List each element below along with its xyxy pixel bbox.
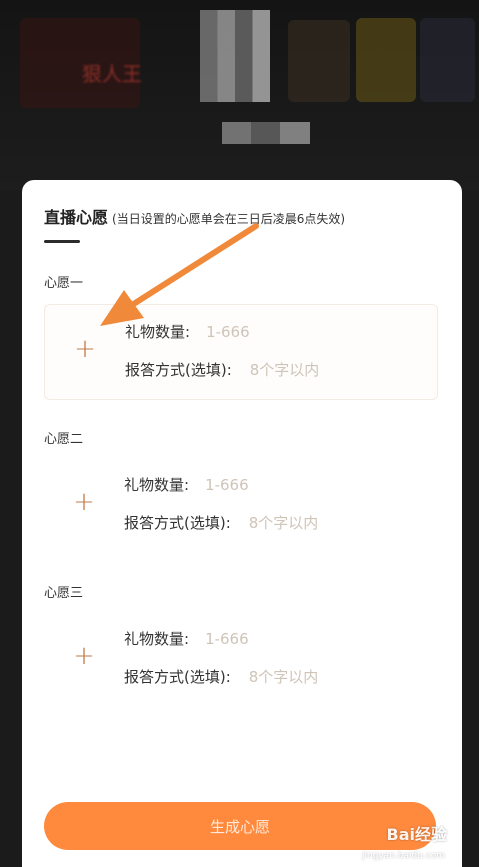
gift-count-label: 礼物数量: <box>124 630 190 648</box>
gift-count-row-3: 礼物数量: <box>124 628 326 649</box>
wish-card-1: + 礼物数量: 报答方式(选填): <box>44 304 438 400</box>
gift-count-input-1[interactable] <box>206 322 327 341</box>
mosaic-avatar <box>200 10 270 102</box>
wish-card-2: + 礼物数量: 报答方式(选填): <box>44 458 436 552</box>
reply-row-1: 报答方式(选填): <box>125 359 370 380</box>
plus-icon: + <box>73 487 95 517</box>
wish-label-3: 心愿三 <box>44 586 84 601</box>
wish-sheet: 直播心愿 (当日设置的心愿单会在三日后凌晨6点失效) 心愿一 + 礼物数量: 报… <box>22 180 462 867</box>
add-gift-button-2[interactable]: + <box>68 486 100 518</box>
watermark-url: jingyan.baidu.com <box>361 851 445 861</box>
background-tile <box>288 20 350 102</box>
gift-count-label: 礼物数量: <box>125 323 191 341</box>
add-gift-button-1[interactable]: + <box>69 333 101 365</box>
wish-label-1: 心愿一 <box>44 276 84 291</box>
mosaic-username <box>222 122 310 144</box>
watermark-logo: Bai经验 <box>386 825 447 844</box>
background-blurred-text: 狠人王 <box>82 62 142 86</box>
plus-icon: + <box>74 334 96 364</box>
wish-card-3: + 礼物数量: 报答方式(选填): <box>44 612 436 706</box>
wish-label-2: 心愿二 <box>44 432 84 447</box>
generate-wish-button[interactable]: 生成心愿 <box>44 802 436 850</box>
background-tile <box>356 18 416 102</box>
live-stream-background: 狠人王 <box>0 0 479 190</box>
sheet-header: 直播心愿 (当日设置的心愿单会在三日后凌晨6点失效) <box>44 204 345 228</box>
reply-row-2: 报答方式(选填): <box>124 512 369 533</box>
add-gift-button-3[interactable]: + <box>68 640 100 672</box>
reply-row-3: 报答方式(选填): <box>124 666 369 687</box>
sheet-title: 直播心愿 <box>44 208 109 227</box>
reply-label: 报答方式(选填): <box>124 668 231 686</box>
reply-label: 报答方式(选填): <box>125 361 232 379</box>
background-tile <box>420 18 475 102</box>
gift-count-label: 礼物数量: <box>124 476 190 494</box>
gift-count-row-2: 礼物数量: <box>124 474 326 495</box>
gift-count-input-2[interactable] <box>205 475 326 494</box>
sheet-subtitle: (当日设置的心愿单会在三日后凌晨6点失效) <box>112 212 346 226</box>
title-underline <box>44 240 80 243</box>
reply-input-1[interactable] <box>249 360 370 379</box>
gift-count-input-3[interactable] <box>205 629 326 648</box>
gift-count-row-1: 礼物数量: <box>125 321 327 342</box>
plus-icon: + <box>73 641 95 671</box>
reply-label: 报答方式(选填): <box>124 514 231 532</box>
reply-input-2[interactable] <box>248 513 369 532</box>
reply-input-3[interactable] <box>248 667 369 686</box>
